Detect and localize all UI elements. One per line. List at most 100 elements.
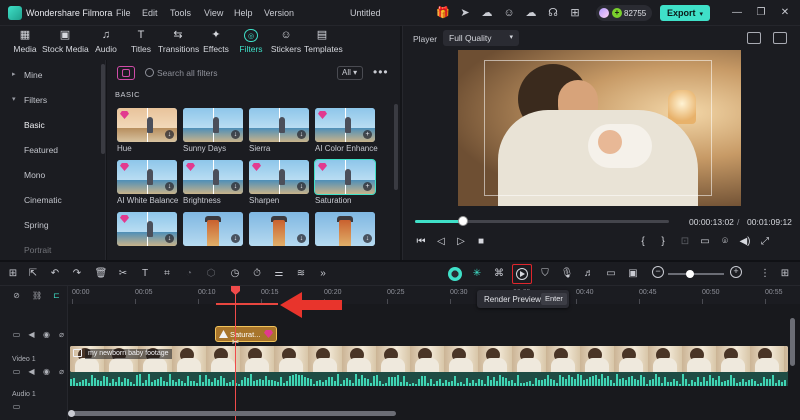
motion-tracking-icon[interactable]: ⌘ <box>492 267 506 281</box>
monitor-icon[interactable]: ▭ <box>699 236 711 248</box>
tab-transitions[interactable]: ⇆ Transitions <box>158 29 199 57</box>
folder-icon[interactable]: ▭ <box>12 368 21 376</box>
zoom-in-icon[interactable]: + <box>730 266 742 278</box>
cloud-upload-icon[interactable]: ☁ <box>480 6 494 20</box>
split-scissors-icon[interactable]: ✂ <box>116 267 130 281</box>
menu-edit[interactable]: Edit <box>142 8 158 18</box>
lock-icon[interactable]: ⌀ <box>57 331 66 339</box>
mask-icon[interactable]: ⬡ <box>204 267 218 281</box>
download-icon[interactable]: ↓ <box>231 182 240 191</box>
more-options-icon[interactable]: ••• <box>373 65 389 79</box>
menu-file[interactable]: File <box>116 8 131 18</box>
close-icon[interactable]: ✕ <box>778 6 792 20</box>
link-icon[interactable]: ⛓ <box>32 292 42 300</box>
quality-select[interactable]: Full Quality ▾ <box>443 30 519 46</box>
add-icon[interactable]: + <box>363 182 372 191</box>
video-preview[interactable] <box>458 50 741 206</box>
audio-track-icon[interactable]: ♬ <box>582 267 596 281</box>
playback-scrubber[interactable] <box>458 216 469 226</box>
crop-icon[interactable]: ⌗ <box>160 267 174 281</box>
lock-icon[interactable]: ⌀ <box>57 368 66 376</box>
sidebar-item-spring[interactable]: Spring <box>0 214 100 236</box>
favorites-button[interactable] <box>117 66 135 80</box>
render-preview-button[interactable] <box>512 264 532 284</box>
grid-apps-icon[interactable]: ⊞ <box>568 6 582 20</box>
download-icon[interactable]: ↓ <box>231 130 240 139</box>
speed-icon[interactable]: ◷ <box>228 267 242 281</box>
gift-icon[interactable]: 🎁 <box>436 6 450 20</box>
send-icon[interactable]: ➤ <box>458 6 472 20</box>
audio-waveform[interactable] <box>70 372 788 386</box>
speaker-icon[interactable]: ◀ <box>27 368 36 376</box>
export-button[interactable]: Export ▾ <box>660 5 710 21</box>
menu-tools[interactable]: Tools <box>170 8 191 18</box>
download-icon[interactable]: ↓ <box>363 234 372 243</box>
scope-select[interactable]: All ▾ <box>337 66 363 80</box>
menu-version[interactable]: Version <box>264 8 294 18</box>
sidebar-item-basic[interactable]: Basic <box>0 114 100 136</box>
zoom-out-icon[interactable]: − <box>652 266 664 278</box>
tab-titles[interactable]: T Titles <box>128 29 154 57</box>
sidebar-item-mono[interactable]: Mono <box>0 164 100 186</box>
undo-icon[interactable]: ↶ <box>48 267 62 281</box>
playhead[interactable]: ✂ <box>231 286 240 420</box>
headset-icon[interactable]: ☊ <box>546 6 560 20</box>
mark-out-icon[interactable]: } <box>657 236 669 248</box>
download-icon[interactable]: ↓ <box>165 234 174 243</box>
sidebar-item-featured[interactable]: Featured <box>0 139 100 161</box>
menu-help[interactable]: Help <box>234 8 253 18</box>
video-clip[interactable] <box>70 346 788 372</box>
add-track-icon[interactable]: ⊘ <box>12 292 21 300</box>
sidebar-item-filters[interactable]: ▾ Filters <box>0 89 100 111</box>
tab-stock-media[interactable]: ▣ Stock Media <box>42 29 89 57</box>
color-icon[interactable]: ◔ <box>182 267 196 281</box>
sidebar-item-mine[interactable]: ▸ Mine <box>0 64 100 86</box>
safe-zone-icon[interactable] <box>747 32 761 44</box>
screen-icon[interactable]: ▭ <box>604 267 618 281</box>
speaker-icon[interactable]: ◀ <box>27 331 36 339</box>
scissors-icon[interactable]: ✂ <box>230 337 241 348</box>
download-icon[interactable]: ↓ <box>297 130 306 139</box>
timeline-ruler[interactable]: 00:0000:0500:1000:1500:2000:2500:3000:35… <box>68 286 800 304</box>
play-icon[interactable]: ▷ <box>455 236 467 248</box>
snapshot-camera-icon[interactable]: ⌾ <box>719 236 731 248</box>
filter-clip[interactable]: Saturat... <box>215 326 277 342</box>
menu-view[interactable]: View <box>204 8 223 18</box>
timeline-horizontal-scrollbar[interactable] <box>68 410 396 417</box>
fullscreen-split-icon[interactable]: ⊡ <box>679 236 691 248</box>
download-icon[interactable]: ↓ <box>165 182 174 191</box>
download-icon[interactable]: ↓ <box>297 182 306 191</box>
download-icon[interactable]: ↓ <box>231 234 240 243</box>
tab-templates[interactable]: ▤ Templates <box>304 29 343 57</box>
stop-icon[interactable]: ■ <box>475 236 487 248</box>
mark-in-icon[interactable]: { <box>637 236 649 248</box>
select-tool-icon[interactable]: ⇱ <box>26 267 40 281</box>
download-icon[interactable]: ↓ <box>297 234 306 243</box>
scroll-handle[interactable] <box>68 410 75 417</box>
filter-search-input[interactable] <box>143 66 369 80</box>
fullscreen-icon[interactable]: ⤢ <box>759 236 771 248</box>
step-back-icon[interactable]: ◁ <box>435 236 447 248</box>
eye-icon[interactable]: ◉ <box>42 368 51 376</box>
timeline-vertical-scrollbar[interactable] <box>790 318 795 366</box>
folder-icon[interactable]: ▭ <box>12 331 21 339</box>
tab-filters[interactable]: ◎ Filters <box>238 29 264 57</box>
zoom-slider-track[interactable] <box>668 273 724 275</box>
caption-icon[interactable]: ▣ <box>626 267 640 281</box>
filter-scrollbar[interactable] <box>394 104 398 190</box>
tab-effects[interactable]: ✦ Effects <box>202 29 230 57</box>
audio-mix-icon[interactable]: ≋ <box>294 267 308 281</box>
sidebar-scrollbar[interactable] <box>101 64 105 154</box>
magnet-icon[interactable]: ⊏ <box>52 292 61 300</box>
shield-icon[interactable]: ⛉ <box>538 267 552 281</box>
microphone-icon[interactable]: 🎙 <box>560 267 574 281</box>
text-icon[interactable]: T <box>138 267 152 281</box>
more-tools-icon[interactable]: » <box>316 267 330 281</box>
tab-media[interactable]: ▦ Media <box>12 29 38 57</box>
restore-icon[interactable]: ❐ <box>754 6 768 20</box>
adjust-icon[interactable]: ⚌ <box>272 267 286 281</box>
layout-grid-icon[interactable]: ⊞ <box>6 267 20 281</box>
ai-copilot-icon[interactable] <box>448 267 462 281</box>
sidebar-item-cinematic[interactable]: Cinematic <box>0 189 100 211</box>
cloud-icon[interactable]: ☁ <box>524 6 538 20</box>
